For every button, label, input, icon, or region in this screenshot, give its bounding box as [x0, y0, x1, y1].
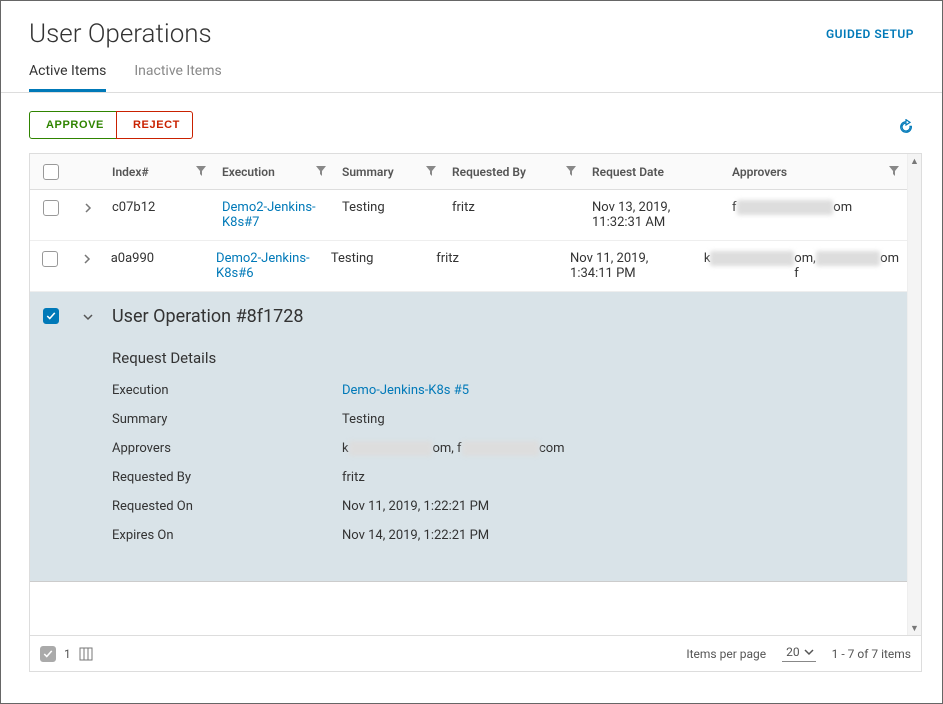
approve-button[interactable]: APPROVE — [29, 111, 117, 139]
table-row-expanded: User Operation #8f1728 Request Details E… — [30, 292, 921, 582]
collapse-icon[interactable] — [80, 309, 96, 325]
guided-setup-link[interactable]: GUIDED SETUP — [826, 27, 914, 41]
detail-execution-link[interactable]: Demo-Jenkins-K8s #5 — [342, 383, 469, 398]
items-per-page-label: Items per page — [686, 647, 766, 661]
col-summary-label: Summary — [342, 165, 394, 179]
cell-request-date: Nov 13, 2019, 11:32:31 AM — [584, 200, 724, 230]
detail-summary-value: Testing — [342, 412, 385, 427]
detail-requested-by-label: Requested By — [112, 470, 342, 485]
page-title: User Operations — [29, 19, 212, 49]
chevron-down-icon — [804, 647, 814, 657]
execution-link[interactable]: Demo2-Jenkins-K8s#7 — [222, 200, 326, 230]
scroll-down-icon[interactable]: ▼ — [908, 621, 921, 635]
col-approvers-label: Approvers — [732, 165, 787, 179]
scroll-up-icon[interactable]: ▲ — [908, 154, 921, 168]
approve-label: APPROVE — [46, 119, 104, 131]
detail-requested-by-value: fritz — [342, 470, 365, 485]
cell-summary: Testing — [334, 200, 444, 230]
table-footer: 1 Items per page 20 1 - 7 of 7 items — [30, 635, 921, 671]
table-row[interactable]: a0a990 Demo2-Jenkins-K8s#6 Testing fritz… — [30, 241, 921, 292]
cell-requested-by: fritz — [428, 251, 562, 281]
cell-index: a0a990 — [103, 251, 208, 281]
detail-execution-label: Execution — [112, 383, 342, 398]
detail-expires-on-label: Expires On — [112, 528, 342, 543]
operations-table: Index# Execution Summary Requested By Re… — [29, 153, 922, 672]
col-index-label: Index# — [112, 165, 149, 179]
detail-summary-label: Summary — [112, 412, 342, 427]
reject-button[interactable]: REJECT — [116, 111, 193, 139]
select-all-checkbox[interactable] — [43, 164, 59, 180]
filter-icon[interactable] — [889, 165, 899, 179]
row-checkbox[interactable] — [43, 200, 59, 216]
refresh-icon[interactable] — [898, 119, 914, 139]
detail-requested-on-value: Nov 11, 2019, 1:22:21 PM — [342, 499, 489, 514]
expand-icon[interactable] — [79, 251, 95, 267]
expanded-title: User Operation #8f1728 — [112, 306, 907, 327]
filter-icon[interactable] — [426, 165, 436, 179]
cell-request-date: Nov 11, 2019, 1:34:11 PM — [562, 251, 696, 281]
expanded-section-heading: Request Details — [112, 349, 907, 367]
filter-icon[interactable] — [196, 165, 206, 179]
detail-requested-on-label: Requested On — [112, 499, 342, 514]
detail-expires-on-value: Nov 14, 2019, 1:22:21 PM — [342, 528, 489, 543]
cell-requested-by: fritz — [444, 200, 584, 230]
items-per-page-value: 20 — [786, 645, 800, 659]
detail-approvers-label: Approvers — [112, 441, 342, 456]
tab-active-items[interactable]: Active Items — [29, 63, 106, 92]
tab-inactive-items[interactable]: Inactive Items — [134, 63, 221, 92]
cell-summary: Testing — [323, 251, 428, 281]
col-execution-label: Execution — [222, 165, 275, 179]
row-checkbox[interactable] — [42, 251, 58, 267]
execution-link[interactable]: Demo2-Jenkins-K8s#6 — [216, 251, 315, 281]
expand-icon[interactable] — [80, 200, 96, 216]
col-request-date-label: Request Date — [592, 165, 664, 179]
row-checkbox[interactable] — [43, 308, 59, 324]
cell-approvers: kxxxxxxxxxxxxxom, fxxxxxxxxxxom — [696, 251, 907, 281]
filter-icon[interactable] — [566, 165, 576, 179]
table-header: Index# Execution Summary Requested By Re… — [30, 154, 921, 190]
cell-index: c07b12 — [104, 200, 214, 230]
cell-approvers: fxxxxxxxxxxxxxxxom — [724, 200, 907, 230]
filter-icon[interactable] — [316, 165, 326, 179]
items-per-page-select[interactable]: 20 — [782, 645, 816, 662]
detail-approvers-value: kxxxxxxxxxxxxxom, fxxxxxxxxxxxxcom — [342, 441, 565, 456]
reject-label: REJECT — [133, 119, 180, 131]
pagination-range: 1 - 7 of 7 items — [832, 647, 911, 661]
table-row[interactable]: c07b12 Demo2-Jenkins-K8s#7 Testing fritz… — [30, 190, 921, 241]
selection-indicator-checkbox[interactable] — [40, 646, 56, 662]
scrollbar[interactable]: ▲ ▼ — [907, 154, 921, 635]
col-requested-by-label: Requested By — [452, 165, 526, 179]
selection-count: 1 — [64, 647, 71, 661]
column-toggle-icon[interactable] — [79, 647, 93, 661]
